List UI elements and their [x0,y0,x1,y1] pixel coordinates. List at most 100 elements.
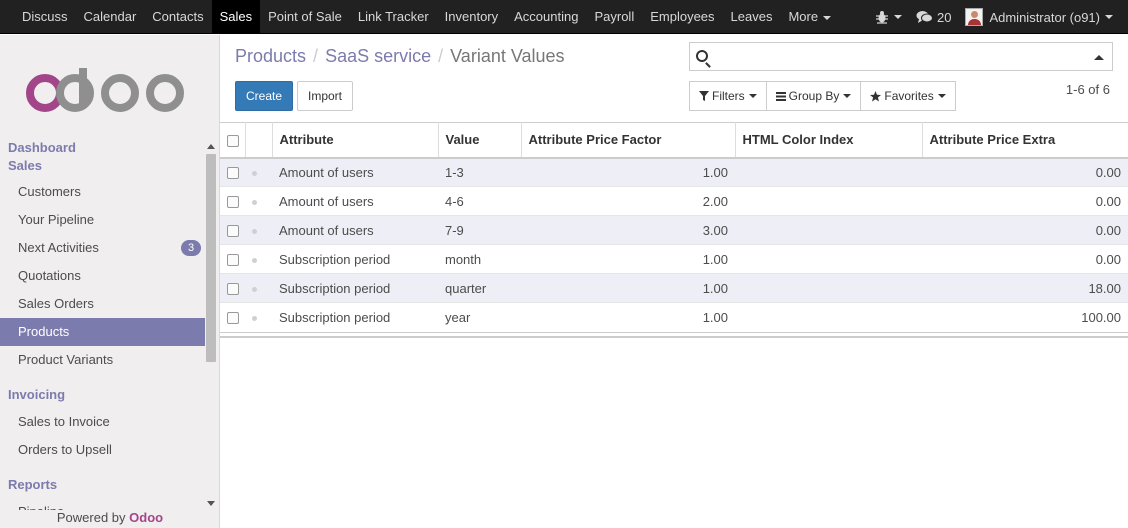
table-row[interactable]: Amount of users 7-9 3.00 0.00 [220,215,1128,245]
menu-employees[interactable]: Employees [642,0,722,34]
cell-price-extra: 100.00 [922,302,1128,332]
table-row[interactable]: Subscription period year 1.00 100.00 [220,302,1128,332]
row-checkbox[interactable] [227,283,239,296]
sidebar-item-sales-orders[interactable]: Sales Orders [0,290,205,318]
powered-by-link[interactable]: Odoo [129,510,163,525]
messages-count: 20 [936,9,952,25]
drag-handle-icon[interactable] [252,199,257,205]
row-handle-cell [245,273,272,303]
column-header-price-extra[interactable]: Attribute Price Extra [922,122,1128,159]
column-header-value[interactable]: Value [438,122,522,159]
row-checkbox[interactable] [227,196,239,209]
select-all-cell [220,122,246,159]
table-row[interactable]: Subscription period month 1.00 0.00 [220,244,1128,274]
select-all-checkbox[interactable] [227,134,239,147]
user-name: Administrator (o91) [989,9,1100,25]
menu-more[interactable]: More [780,0,839,34]
sidebar-item-pipeline[interactable]: Pipeline [0,498,205,510]
search-options-toggle-icon[interactable] [1094,55,1104,60]
menu-leaves[interactable]: Leaves [723,0,781,34]
sidebar-item-quotations[interactable]: Quotations [0,262,205,290]
sidebar-item-customers[interactable]: Customers [0,178,205,206]
row-checkbox[interactable] [227,254,239,267]
group-by-label: Group By [788,89,840,103]
drag-handle-icon[interactable] [252,257,257,263]
sidebar-section-reports: Reports [8,477,58,492]
row-handle-cell [245,244,272,274]
breadcrumb-saas-service[interactable]: SaaS service [325,46,431,67]
scroll-thumb[interactable] [206,154,216,362]
chevron-down-icon [937,94,946,98]
cell-value: 7-9 [438,215,521,245]
menu-accounting[interactable]: Accounting [506,0,586,34]
cell-price-factor: 1.00 [521,302,735,332]
group-by-button[interactable]: Group By [765,81,862,111]
sidebar-item-next-activities[interactable]: Next Activities 3 [0,234,205,262]
sidebar-item-your-pipeline[interactable]: Your Pipeline [0,206,205,234]
menu-payroll[interactable]: Payroll [586,0,642,34]
activity-count-badge: 3 [181,240,201,256]
menu-point-of-sale[interactable]: Point of Sale [260,0,350,34]
drag-handle-icon[interactable] [252,228,257,234]
page-title: Variant Values [450,46,565,66]
search-input[interactable] [718,47,1088,67]
drag-handle-icon[interactable] [252,286,257,292]
breadcrumb-separator: / [438,46,444,66]
menu-calendar[interactable]: Calendar [76,0,145,34]
messaging-menu[interactable]: 20 [909,0,958,34]
cell-html-color [735,215,922,245]
breadcrumb-products[interactable]: Products [235,46,306,67]
menu-discuss[interactable]: Discuss [14,0,76,34]
menu-contacts[interactable]: Contacts [144,0,211,34]
cell-attribute: Amount of users [272,186,438,216]
pager-value[interactable]: 1-6 of 6 [1040,82,1110,97]
scroll-down-icon[interactable] [207,501,215,506]
odoo-logo [26,68,184,112]
cell-attribute: Amount of users [272,157,438,187]
row-handle-cell [245,157,272,187]
sidebar-item-products[interactable]: Products [0,318,205,346]
menu-link-tracker[interactable]: Link Tracker [350,0,437,34]
import-button[interactable]: Import [297,81,353,111]
cell-price-factor: 2.00 [521,186,735,216]
menu-inventory[interactable]: Inventory [437,0,506,34]
sidebar-item-sales-to-invoice[interactable]: Sales to Invoice [0,408,205,436]
cell-html-color [735,244,922,274]
column-header-price-factor[interactable]: Attribute Price Factor [521,122,736,159]
drag-handle-icon[interactable] [252,315,257,321]
cell-html-color [735,186,922,216]
cell-price-extra: 18.00 [922,273,1128,303]
column-header-html-color[interactable]: HTML Color Index [735,122,923,159]
row-checkbox[interactable] [227,167,239,180]
scroll-up-icon[interactable] [207,144,215,149]
filters-label: Filters [712,89,745,103]
table-row[interactable]: Amount of users 1-3 1.00 0.00 [220,157,1128,187]
search-options: Filters Group By Favorites [689,81,956,111]
favorites-label: Favorites [884,89,934,103]
sidebar-item-orders-to-upsell[interactable]: Orders to Upsell [0,436,205,464]
sidebar-scrollbar[interactable] [205,140,217,510]
create-button[interactable]: Create [235,81,293,111]
drag-handle-icon[interactable] [252,170,257,176]
favorites-button[interactable]: Favorites [860,81,956,111]
sidebar-item-product-variants[interactable]: Product Variants [0,346,205,374]
row-checkbox[interactable] [227,225,239,238]
chevron-down-icon [823,15,832,20]
row-handle-cell [245,186,272,216]
table-row[interactable]: Subscription period quarter 1.00 18.00 [220,273,1128,303]
cell-html-color [735,302,922,332]
filters-button[interactable]: Filters [689,81,767,111]
cell-html-color [735,273,922,303]
sidebar-section-dashboard[interactable]: Dashboard [0,139,205,157]
column-header-attribute[interactable]: Attribute [272,122,439,159]
debug-menu[interactable] [868,0,909,34]
cell-attribute: Subscription period [272,302,438,332]
row-checkbox[interactable] [227,312,239,325]
row-handle-cell [245,215,272,245]
table-row[interactable]: Amount of users 4-6 2.00 0.00 [220,186,1128,216]
user-menu[interactable]: Administrator (o91) [958,0,1120,34]
table-header-row: Attribute Value Attribute Price Factor H… [220,122,1128,159]
cell-html-color [735,157,922,187]
cell-price-factor: 1.00 [521,273,735,303]
menu-sales[interactable]: Sales [211,0,261,34]
